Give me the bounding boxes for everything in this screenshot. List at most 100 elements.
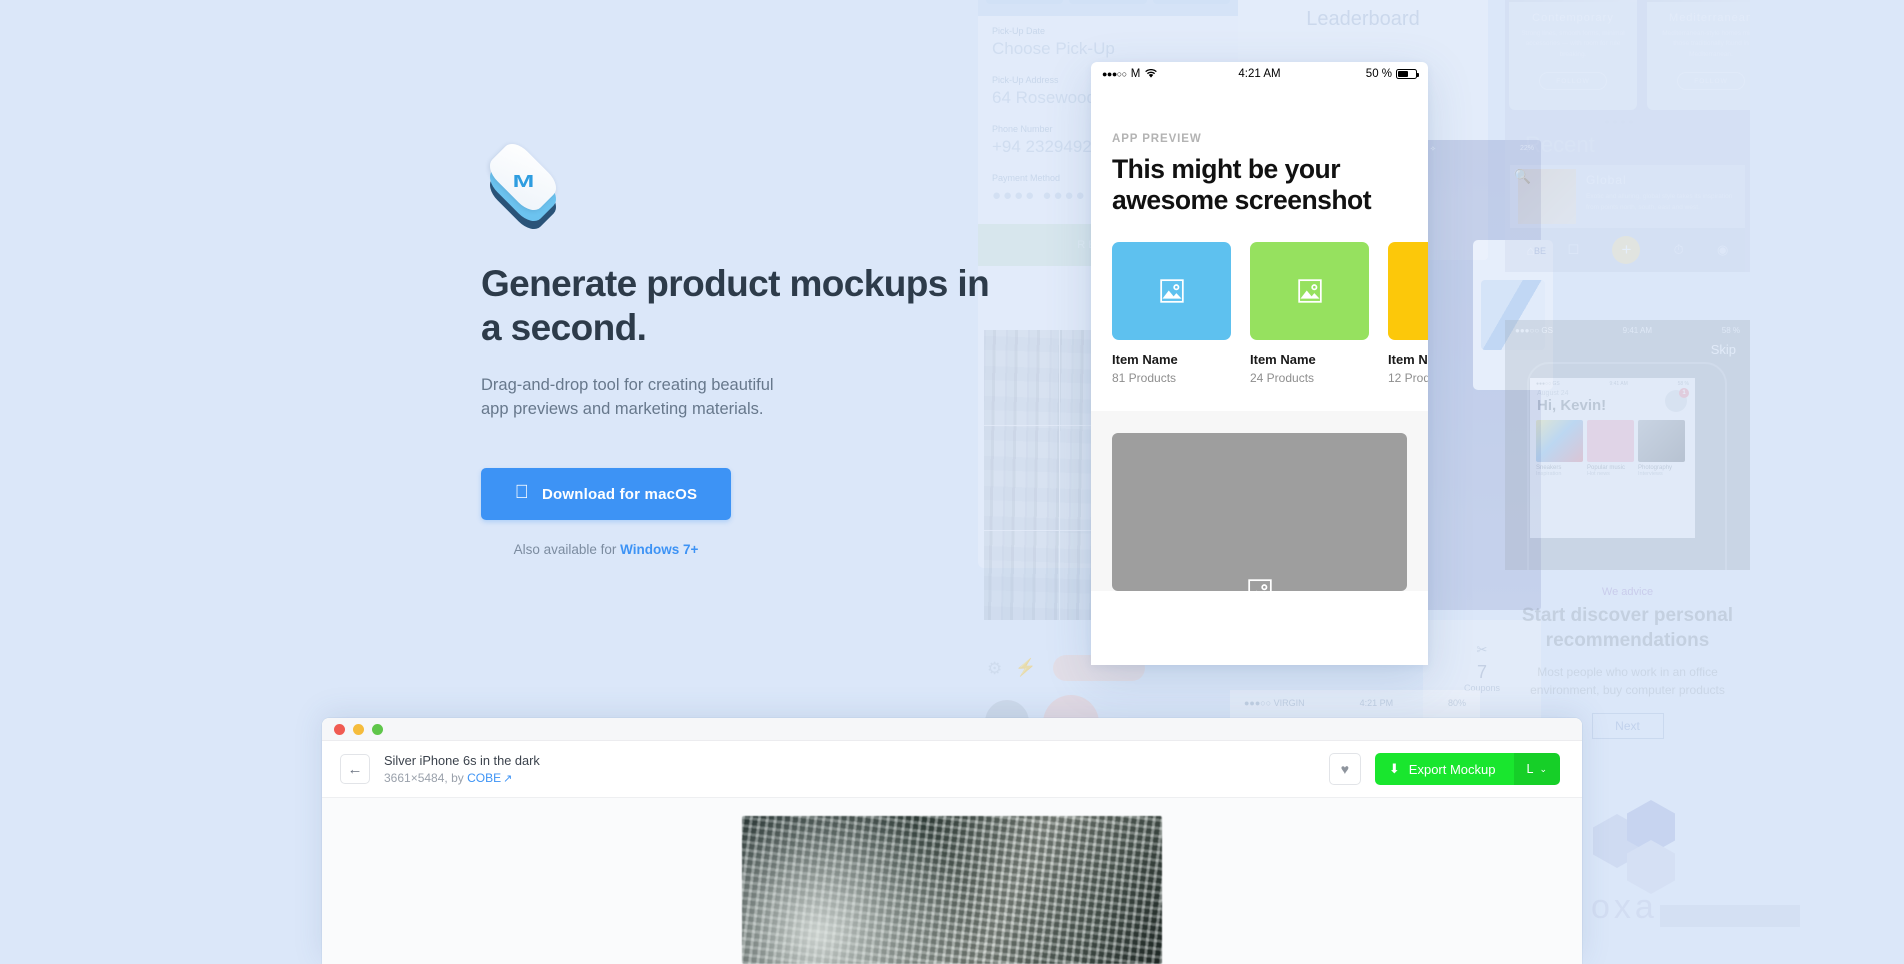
bg-interior-desc: Mediterranean-style homes mimic those tr… — [1662, 30, 1750, 58]
bg-battery-text: 58 % — [1677, 381, 1689, 387]
bg-leaderboard-title: Leaderboard — [1306, 8, 1420, 30]
gear-icon: ⚙ — [987, 659, 1003, 678]
export-size-dropdown[interactable]: L ⌄ — [1513, 753, 1560, 785]
wifi-icon — [1145, 68, 1158, 78]
logo-letter: M — [512, 171, 535, 192]
bg-carrier-text: ●●●○○ VIRGIN — [1244, 698, 1305, 708]
bg-inner-statusbar: ●●●○○ GS 9:41 AM 58 % — [1530, 378, 1695, 390]
also-available-text: Also available for Windows 7+ — [481, 542, 731, 557]
document-meta: Silver iPhone 6s in the dark 3661×5484, … — [384, 753, 1315, 785]
signal-dots-icon: ●●●○○ — [1102, 68, 1127, 79]
bg-tile-name: Sneakers — [1536, 465, 1562, 471]
image-placeholder-icon — [1297, 279, 1322, 304]
bg-carrier-text: ●●●○○ GS — [1515, 326, 1553, 335]
favorite-button[interactable]: ♥ — [1328, 753, 1361, 785]
bg-tile-image — [1536, 420, 1583, 462]
bg-device-frame — [1527, 362, 1727, 570]
bg-follow-button: FOLLOW — [1539, 72, 1607, 91]
home-icon: ⌂ — [1526, 242, 1535, 258]
bg-city-photo-mockup — [984, 330, 1099, 620]
carrier-label: M — [1130, 67, 1141, 80]
windows-download-link[interactable]: Windows 7+ — [620, 542, 698, 557]
bg-coupon-count: 7 — [1476, 662, 1487, 682]
export-button-group: ⬇ Export Mockup L ⌄ — [1374, 753, 1560, 785]
bg-tile-sub: Interviews — [1638, 471, 1663, 477]
screen-eyebrow: APP PREVIEW — [1112, 133, 1202, 145]
battery-percent-label: 50 % — [1365, 67, 1393, 80]
bg-time-text: 9:41 AM — [1609, 381, 1628, 387]
bg-onboarding-eyebrow: We advice — [1601, 586, 1654, 598]
bg-tile: Photography Interviews — [1638, 420, 1685, 477]
document-subtitle: 3661×5484, by COBE ↗ — [384, 771, 1315, 785]
hero-subtext-line1: Drag-and-drop tool for creating beautifu… — [481, 376, 774, 395]
document-title: Silver iPhone 6s in the dark — [384, 753, 540, 768]
bg-tile-name: Popular music — [1587, 465, 1626, 471]
export-size-label: L — [1526, 762, 1534, 776]
close-window-button[interactable] — [334, 723, 345, 735]
bg-recent-card: Global Exotic and alluring, global style… — [1510, 165, 1745, 228]
bg-interior-photo — [1509, 0, 1637, 2]
inbox-icon: ☐ — [1567, 242, 1580, 257]
window-titlebar — [322, 718, 1582, 741]
maximize-window-button[interactable] — [372, 723, 383, 735]
image-placeholder-icon — [1247, 579, 1272, 604]
mockup-app-window: ← Silver iPhone 6s in the dark 3661×5484… — [322, 718, 1582, 964]
chevron-down-icon: ⌄ — [1539, 763, 1547, 774]
export-mockup-button[interactable]: ⬇ Export Mockup — [1374, 753, 1514, 785]
bg-pickup-chip: Books and DVDs — [1152, 0, 1230, 4]
item-card[interactable]: Item Name 12 Products — [1388, 242, 1428, 385]
download-macos-button[interactable]:  Download for macOS — [481, 468, 731, 521]
bg-tile-name: Photography — [1638, 465, 1673, 471]
item-cards-row: Item Name 81 Products Item Name 24 Produ… — [1112, 242, 1428, 385]
external-link-icon[interactable]: ↗ — [503, 773, 512, 785]
app-toolbar: ← Silver iPhone 6s in the dark 3661×5484… — [322, 741, 1582, 798]
bg-onboarding-statusbar: ●●●○○ GS 9:41 AM 58 % — [1505, 320, 1750, 341]
bg-interior-card: Mediterranean Mediterranean-style homes … — [1647, 0, 1750, 110]
large-placeholder-block — [1112, 433, 1407, 604]
phone-screen-body: APP PREVIEW This might be your awesome s… — [1091, 133, 1428, 385]
bg-interior-title: Contemporary — [1532, 12, 1614, 24]
bg-time-text: 9:41 AM — [1622, 326, 1653, 335]
app-logo-icon: M — [481, 138, 565, 235]
item-card[interactable]: Item Name 81 Products — [1112, 242, 1231, 385]
document-author-link[interactable]: COBE — [467, 771, 501, 785]
bg-carousel-dots — [1605, 120, 1633, 124]
bg-field-label: Pick-Up Date — [992, 26, 1046, 36]
also-prefix: Also available for — [513, 542, 621, 558]
arrow-left-icon: ← — [347, 760, 363, 778]
item-name: Item Name — [1250, 352, 1316, 368]
notification-badge: 1 — [1679, 388, 1689, 398]
bg-next-button: Next — [1591, 713, 1664, 740]
phone-preview-card: ●●●○○ M 4:21 AM 50 % APP PREVIEW This mi… — [1091, 62, 1428, 665]
phone-gray-section — [1091, 411, 1428, 604]
bg-date-text: August 24 — [1537, 390, 1569, 397]
back-button[interactable]: ← — [340, 754, 370, 784]
bg-blue-app-mockup: ✧ 22% 🔍 BE — [1423, 140, 1553, 610]
bg-receipt-statusbar: ●●●○○ VIRGIN 4:21 PM 80% — [1230, 690, 1480, 716]
image-placeholder-icon — [1159, 279, 1184, 304]
bg-inner-screen: ●●●○○ GS 9:41 AM 58 % August 24 Hi, Kevi… — [1530, 378, 1695, 538]
mockup-preview-image[interactable] — [742, 816, 1162, 964]
item-name: Item Name — [1388, 352, 1428, 368]
heart-icon: ♥ — [1340, 761, 1350, 777]
bg-interior-desc: Strong lines, smooth forms, minimal acce… — [1521, 30, 1625, 58]
item-thumbnail — [1388, 242, 1428, 341]
bg-tile: Popular music Hot news — [1587, 420, 1634, 477]
status-time: 4:21 AM — [1238, 67, 1281, 80]
scissors-icon: ✂ — [1476, 642, 1488, 657]
download-icon: ⬇ — [1388, 761, 1400, 776]
bg-onboarding-screenshot: ●●●○○ GS 9:41 AM 58 % Skip ●●●○○ GS 9:41… — [1505, 320, 1750, 570]
bg-pickup-chip: Clothes and Accesories — [986, 0, 1064, 4]
clock-icon: ⏱ — [1673, 242, 1684, 257]
bg-pickup-chip: Fitness Accesories — [1069, 0, 1147, 4]
minimize-window-button[interactable] — [353, 723, 364, 735]
item-thumbnail — [1250, 242, 1369, 341]
bg-be-card: BE — [1473, 240, 1553, 390]
item-count: 24 Products — [1250, 371, 1315, 386]
bg-field-value: Choose Pick-Up — [992, 39, 1115, 58]
bg-greeting-text: Hi, Kevin! — [1537, 397, 1607, 414]
item-card[interactable]: Item Name 24 Products — [1250, 242, 1369, 385]
plus-icon: + — [1612, 236, 1641, 264]
ios-status-bar: ●●●○○ M 4:21 AM 50 % — [1091, 62, 1428, 85]
bg-blueapp-statusbar: ✧ 22% — [1423, 140, 1541, 158]
